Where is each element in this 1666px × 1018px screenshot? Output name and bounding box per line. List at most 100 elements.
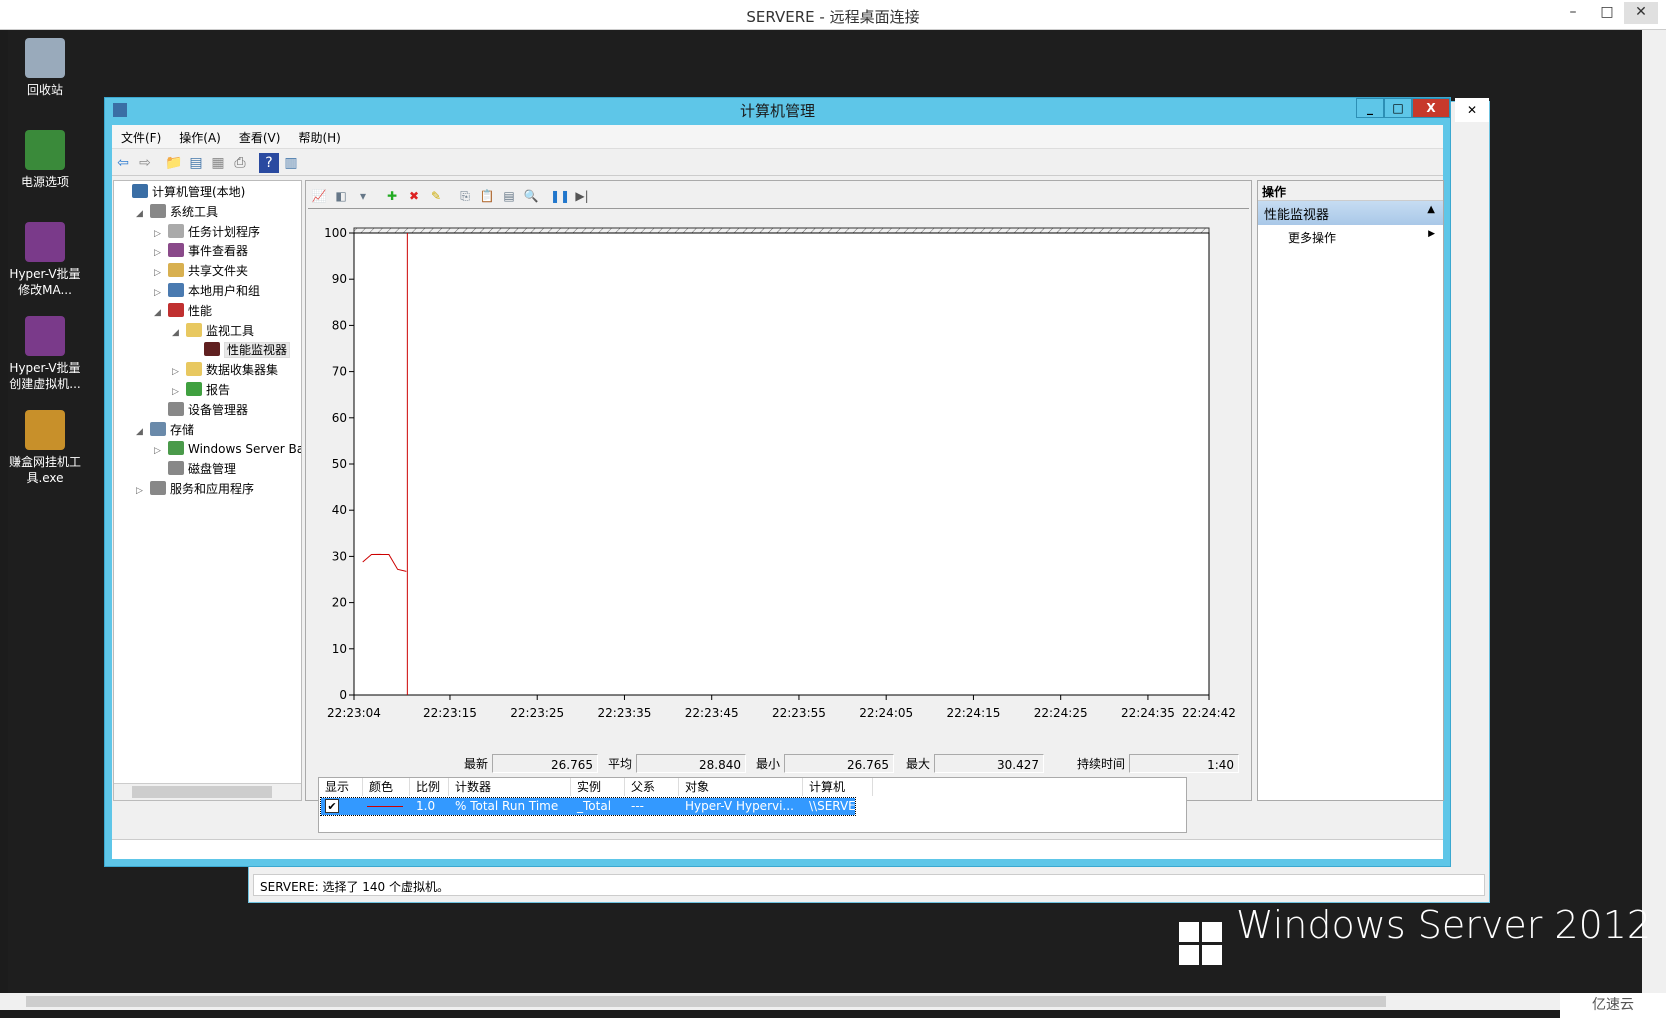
tree-horizontal-scrollbar[interactable] <box>114 783 301 800</box>
view-graph-icon[interactable]: 📈 <box>309 186 329 206</box>
tree-item[interactable]: ▷ 共享文件夹 <box>154 262 248 281</box>
desktop-icon[interactable]: 电源选项 <box>4 130 86 190</box>
tree-node-icon <box>186 382 202 396</box>
more-actions-label: 更多操作 <box>1288 231 1337 245</box>
menu-view[interactable]: 查看(V) <box>230 125 290 150</box>
collapse-arrow-icon[interactable]: ◢ <box>136 205 150 224</box>
paste-counter-icon[interactable]: 📋 <box>477 186 497 206</box>
column-header[interactable]: 颜色 <box>363 778 410 796</box>
desktop-icon[interactable]: 回收站 <box>4 38 86 98</box>
show-checkbox[interactable]: ✔ <box>325 799 339 813</box>
y-tick-label: 50 <box>332 457 347 471</box>
behind-close-button[interactable]: ✕ <box>1455 98 1489 122</box>
maximize-button[interactable]: □ <box>1384 98 1412 118</box>
expand-arrow-icon[interactable]: ▷ <box>154 442 168 461</box>
tree-item[interactable]: ◢ 监视工具 <box>172 322 254 341</box>
collapse-arrow-icon[interactable]: ◢ <box>136 423 150 442</box>
update-data-icon[interactable]: ▶| <box>572 186 592 206</box>
column-header[interactable]: 计数器 <box>449 778 571 796</box>
menu-action[interactable]: 操作(A) <box>170 125 230 150</box>
tree-item[interactable]: 磁盘管理 <box>154 460 236 479</box>
close-button[interactable]: X <box>1412 98 1450 118</box>
tree-item-label: 任务计划程序 <box>188 224 261 239</box>
expand-arrow-icon[interactable]: ▷ <box>136 482 150 501</box>
tree-item[interactable]: ▷ 事件查看器 <box>154 242 248 261</box>
column-header[interactable]: 计算机 <box>803 778 873 796</box>
expand-arrow-icon[interactable]: ▷ <box>154 244 168 263</box>
tree-item[interactable]: ▷ 任务计划程序 <box>154 223 260 242</box>
show-tree-icon[interactable]: ▤ <box>186 153 206 173</box>
copy-properties-icon[interactable]: ⎘ <box>455 186 475 206</box>
expand-arrow-icon[interactable]: ▷ <box>172 363 186 382</box>
freeze-display-icon[interactable]: ❚❚ <box>550 186 570 206</box>
counter-row[interactable]: ✔ 1.0 % Total Run Time _Total --- Hyper-V Hyp… <box>320 797 872 816</box>
y-tick-label: 100 <box>324 226 347 240</box>
x-tick-label: 22:24:35 <box>1121 706 1175 720</box>
tree-item[interactable]: ▷ 服务和应用程序 <box>136 480 254 499</box>
tree-item-label: 存储 <box>170 422 195 437</box>
menu-help[interactable]: 帮助(H) <box>289 125 349 150</box>
column-header[interactable]: 父系 <box>625 778 679 796</box>
performance-monitor-pane: 📈 ◧ ▾ ✚ ✖ ✎ ⎘ 📋 ▤ 🔍 ❚❚ ▶| 0 10 20 30 40 50 60 70 80 90 100 22:… <box>305 180 1252 833</box>
tree-item[interactable]: ◢ 性能 <box>154 302 212 321</box>
tree-node-icon <box>168 263 184 278</box>
navigation-tree: 计算机管理(本地) ◢ 系统工具 ▷ 任务计划程序 ▷ 事件查看器 ▷ 共享文件夹 ▷ 本地用户和组… <box>113 180 302 801</box>
tree-item[interactable]: 计算机管理(本地) <box>118 183 245 202</box>
expand-arrow-icon[interactable]: ▷ <box>172 383 186 402</box>
desktop-icon-image <box>25 130 65 170</box>
column-header[interactable]: 显示 <box>319 778 363 796</box>
column-header[interactable]: 实例 <box>571 778 625 796</box>
back-icon[interactable]: ⇦ <box>113 153 133 173</box>
more-actions-item[interactable]: 更多操作 ▶ <box>1258 225 1443 250</box>
help-icon[interactable]: ? <box>259 153 279 173</box>
properties-icon[interactable]: ▦ <box>208 153 228 173</box>
rdp-minimize-button[interactable]: – <box>1556 2 1590 24</box>
stat-duration-label: 持续时间 <box>1077 757 1126 771</box>
zoom-icon[interactable]: 🔍 <box>521 186 541 206</box>
y-tick-label: 70 <box>332 365 347 379</box>
tree-item[interactable]: ▷ 本地用户和组 <box>154 282 260 301</box>
expand-arrow-icon[interactable]: ▷ <box>154 284 168 303</box>
highlight-icon[interactable]: ✎ <box>426 186 446 206</box>
tree-item[interactable]: ◢ 存储 <box>136 421 194 440</box>
scroll-thumb[interactable] <box>26 996 1386 1007</box>
collapse-icon[interactable]: ▲ <box>1427 204 1435 215</box>
behind-status-bar: SERVERE: 选择了 140 个虚拟机。 <box>253 874 1485 896</box>
actions-header: 操作 <box>1258 181 1443 201</box>
show-action-pane-icon[interactable]: ▥ <box>281 153 301 173</box>
column-header[interactable]: 比例 <box>410 778 449 796</box>
print-icon[interactable]: ⎙ <box>230 153 250 173</box>
tree-item[interactable]: ▷ Windows Server Back <box>154 440 301 461</box>
menu-file[interactable]: 文件(F) <box>112 125 170 150</box>
y-tick-label: 30 <box>332 549 347 563</box>
tree-item[interactable]: ▷ 数据收集器集 <box>172 361 278 380</box>
tree-item[interactable]: 设备管理器 <box>154 401 248 420</box>
desktop-icon-image <box>25 316 65 356</box>
x-tick-label: 22:23:15 <box>423 706 477 720</box>
collapse-arrow-icon[interactable]: ◢ <box>172 324 186 343</box>
column-header[interactable]: 对象 <box>679 778 803 796</box>
delete-counter-icon[interactable]: ✖ <box>404 186 424 206</box>
horizontal-scrollbar[interactable] <box>0 993 1560 1010</box>
tree-item[interactable]: ▷ 报告 <box>172 381 230 400</box>
desktop-icon[interactable]: Hyper-V批量修改MA... <box>4 222 86 298</box>
view-current-activity-icon[interactable]: ◧ <box>331 186 351 206</box>
change-graph-type-icon[interactable]: ▾ <box>353 186 373 206</box>
expand-arrow-icon[interactable]: ▷ <box>154 225 168 244</box>
actions-section-perfmon[interactable]: 性能监视器 ▲ <box>1258 201 1443 225</box>
properties-icon[interactable]: ▤ <box>499 186 519 206</box>
expand-arrow-icon[interactable]: ▷ <box>154 264 168 283</box>
tree-item[interactable]: ◢ 系统工具 <box>136 203 218 222</box>
minimize-button[interactable]: _ <box>1356 98 1384 118</box>
up-folder-icon[interactable]: 📁 <box>164 153 184 173</box>
tree-item[interactable]: 性能监视器 <box>190 341 291 360</box>
rdp-maximize-button[interactable]: □ <box>1590 2 1624 24</box>
forward-icon[interactable]: ⇨ <box>135 153 155 173</box>
desktop-icon[interactable]: 赚盒网挂机工具.exe <box>4 410 86 486</box>
desktop-icon-label: Hyper-V批量修改MA... <box>9 267 81 297</box>
add-counter-icon[interactable]: ✚ <box>382 186 402 206</box>
vertical-scrollbar[interactable] <box>1642 30 1666 993</box>
collapse-arrow-icon[interactable]: ◢ <box>154 304 168 323</box>
rdp-close-button[interactable]: ✕ <box>1624 2 1658 24</box>
desktop-icon[interactable]: Hyper-V批量创建虚拟机... <box>4 316 86 392</box>
